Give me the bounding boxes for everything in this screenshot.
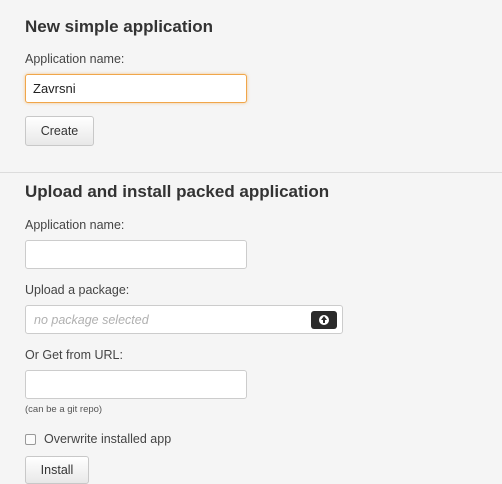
package-url-input[interactable]	[25, 370, 247, 399]
new-simple-application-heading: New simple application	[25, 17, 213, 36]
new-simple-application-section: New simple application Application name:…	[0, 0, 502, 172]
package-file-picker[interactable]: no package selected	[25, 305, 343, 334]
package-file-placeholder: no package selected	[34, 313, 149, 327]
upload-packed-application-section: Upload and install packed application Ap…	[0, 173, 502, 484]
packed-app-name-label: Application name:	[25, 218, 125, 232]
overwrite-checkbox[interactable]	[25, 434, 36, 445]
overwrite-label[interactable]: Overwrite installed app	[44, 432, 171, 446]
simple-app-name-label: Application name:	[25, 52, 125, 66]
upload-arrow-icon	[319, 315, 329, 325]
packed-app-name-input[interactable]	[25, 240, 247, 269]
page: New simple application Application name:…	[0, 0, 502, 484]
upload-package-label: Upload a package:	[25, 283, 130, 297]
upload-packed-application-heading: Upload and install packed application	[25, 182, 330, 201]
upload-button[interactable]	[311, 311, 337, 329]
url-hint: (can be a git repo)	[25, 404, 103, 415]
get-from-url-label: Or Get from URL:	[25, 348, 123, 362]
simple-app-name-input[interactable]	[25, 74, 247, 103]
create-button[interactable]: Create	[25, 116, 94, 146]
install-button[interactable]: Install	[25, 456, 89, 484]
